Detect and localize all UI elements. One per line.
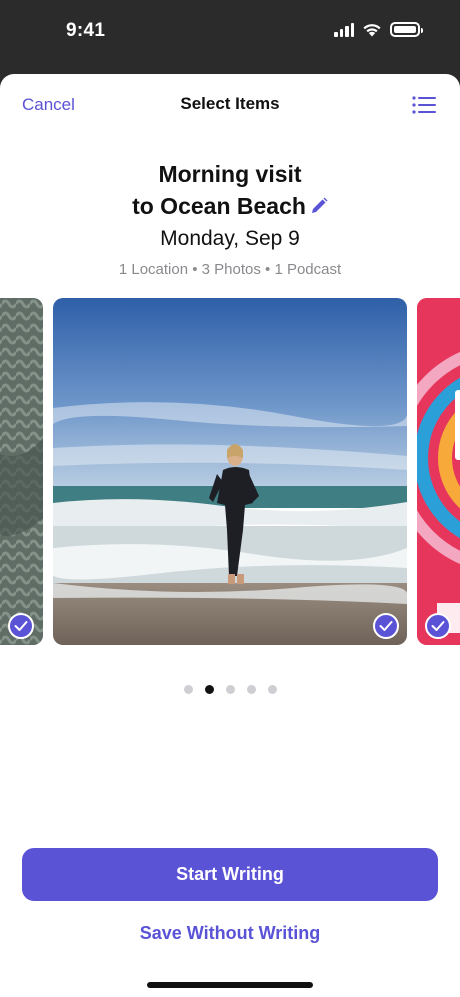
status-time: 9:41 xyxy=(66,20,106,41)
beach-photo-image xyxy=(53,298,407,645)
page-dot-active[interactable] xyxy=(204,685,214,694)
selected-check-icon[interactable] xyxy=(8,613,34,639)
entry-title-line2: to Ocean Beach xyxy=(132,193,306,219)
page-dot[interactable] xyxy=(267,685,277,694)
nav-bar: Cancel Select Items xyxy=(0,74,460,134)
home-indicator xyxy=(147,982,313,988)
status-bar: 9:41 xyxy=(0,0,460,70)
wifi-icon xyxy=(363,24,381,37)
selected-check-icon[interactable] xyxy=(373,613,399,639)
status-icons xyxy=(334,22,423,37)
edit-pencil-icon[interactable] xyxy=(310,197,328,215)
page-dot[interactable] xyxy=(246,685,256,694)
podcast-card-art[interactable] xyxy=(417,298,460,645)
carousel-page-indicator xyxy=(0,685,460,694)
knit-texture-image xyxy=(0,298,43,645)
cellular-signal-icon xyxy=(334,22,354,37)
podcast-artwork-image xyxy=(417,298,460,645)
page-dot[interactable] xyxy=(225,685,235,694)
selected-check-icon[interactable] xyxy=(425,613,451,639)
battery-icon xyxy=(390,22,423,37)
start-writing-button[interactable]: Start Writing xyxy=(22,848,438,901)
entry-title-line1: Morning visit xyxy=(158,161,302,187)
list-icon[interactable] xyxy=(412,96,436,114)
photo-card-beach[interactable] xyxy=(53,298,407,645)
nav-title: Select Items xyxy=(180,94,280,113)
entry-date: Monday, Sep 9 xyxy=(160,227,300,250)
select-items-sheet: Cancel Select Items Morning visit to Oce… xyxy=(0,74,460,997)
page-dot[interactable] xyxy=(183,685,193,694)
entry-meta: 1 Location • 3 Photos • 1 Podcast xyxy=(118,261,342,278)
save-without-writing-button[interactable]: Save Without Writing xyxy=(0,923,460,944)
entry-title: Morning visit to Ocean Beach xyxy=(0,158,460,222)
photo-card-knit[interactable] xyxy=(0,298,43,645)
